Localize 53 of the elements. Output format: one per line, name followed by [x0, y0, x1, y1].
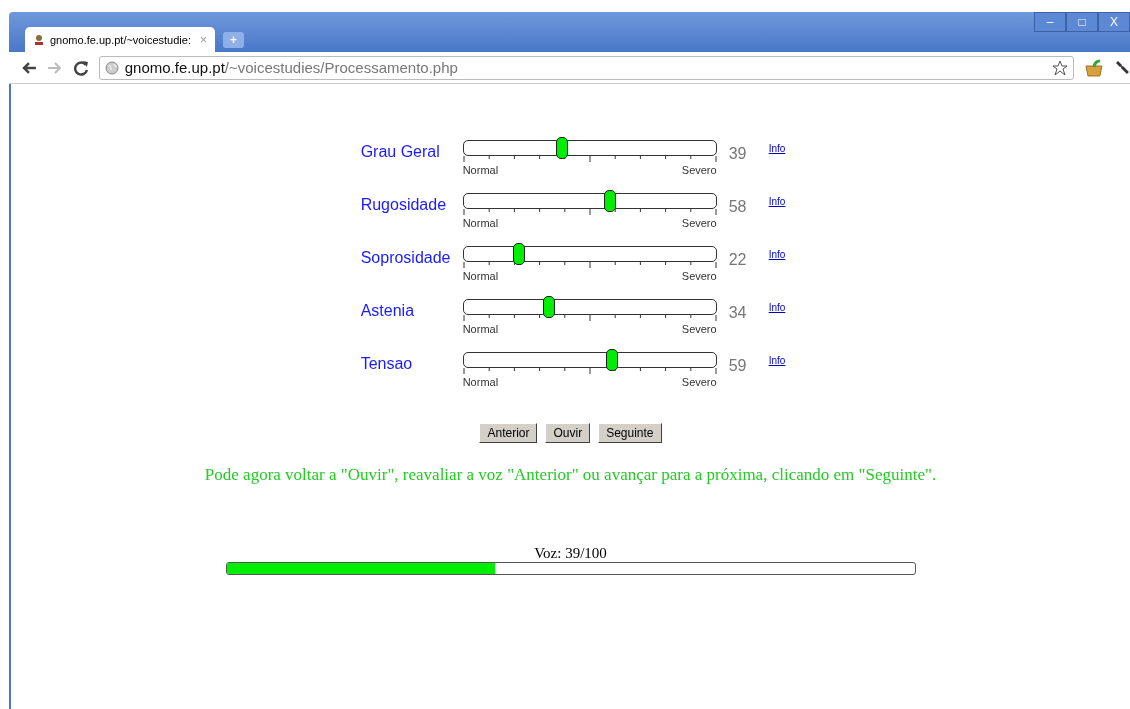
tab-title: gnomo.fe.up.pt/~voicestudie: [50, 33, 192, 46]
scale-label: Astenia [360, 301, 416, 320]
info-link[interactable]: Info [768, 246, 786, 260]
min-label: Normal [462, 217, 499, 229]
slider-track[interactable] [462, 246, 717, 262]
url-text: gnomo.fe.up.pt/~voicestudies/Processamento.php [124, 59, 459, 76]
window-button[interactable]: □ [1066, 12, 1098, 32]
info-link[interactable]: Info [768, 352, 786, 366]
info-link[interactable]: Info [768, 299, 786, 313]
min-label: Normal [462, 323, 499, 335]
slider-track[interactable] [462, 352, 717, 368]
min-label: Normal [462, 376, 499, 388]
scale-value: 58 [728, 197, 748, 216]
slider-thumb[interactable] [606, 349, 619, 371]
scale-label: Rugosidade [360, 195, 448, 214]
slider-track[interactable] [462, 299, 717, 315]
info-link[interactable]: Info [768, 193, 786, 207]
max-label: Severo [681, 217, 717, 229]
browser-tab[interactable]: gnomo.fe.up.pt/~voicestudie: × [25, 27, 215, 52]
scale-value: 59 [728, 356, 748, 375]
slider-thumb[interactable] [513, 243, 526, 265]
progress-label: Voz: 39/100 [534, 545, 607, 562]
scale-value: 34 [728, 303, 748, 322]
globe-icon [104, 60, 119, 75]
star-icon[interactable] [1052, 59, 1069, 76]
scale-label: Grau Geral [360, 142, 441, 161]
scale-label: Tensao [360, 354, 414, 373]
max-label: Severo [681, 323, 717, 335]
instruction-message: Pode agora voltar a "Ouvir", reavaliar a voz "Anterior" ou avançar para a próxima, clicando em "Seguinte". [204, 465, 937, 485]
max-label: Severo [681, 376, 717, 388]
scale-value: 39 [728, 144, 748, 163]
window-button[interactable]: X [1098, 12, 1130, 32]
window-button[interactable]: – [1034, 12, 1066, 32]
slider-track[interactable] [462, 193, 717, 209]
address-bar[interactable]: gnomo.fe.up.pt/~voicestudies/Processamento.php [98, 55, 1075, 80]
back-icon[interactable] [21, 60, 37, 75]
box-icon[interactable] [1084, 58, 1105, 77]
nav-button[interactable]: Ouvir [545, 423, 591, 443]
slider-thumb[interactable] [543, 296, 556, 318]
min-label: Normal [462, 270, 499, 282]
slider-thumb[interactable] [555, 137, 568, 159]
slider-track[interactable] [462, 140, 717, 156]
info-link[interactable]: Info [768, 140, 786, 154]
reload-icon[interactable] [72, 59, 89, 76]
max-label: Severo [681, 270, 717, 282]
nav-button[interactable]: Anterior [479, 423, 538, 443]
scale-value: 22 [728, 250, 748, 269]
nav-button[interactable]: Seguinte [598, 423, 662, 443]
max-label: Severo [681, 164, 717, 176]
slider-thumb[interactable] [603, 190, 616, 212]
favicon-icon [33, 33, 45, 46]
min-label: Normal [462, 164, 499, 176]
scale-label: Soprosidade [360, 248, 452, 267]
